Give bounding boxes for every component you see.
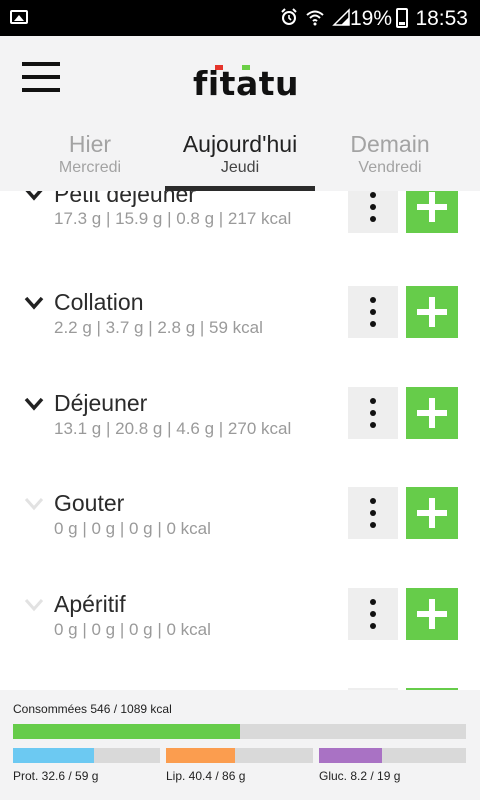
add-food-button[interactable] xyxy=(406,191,458,233)
add-food-button[interactable] xyxy=(406,286,458,338)
day-tabs: Hier Mercredi Aujourd'hui Jeudi Demain V… xyxy=(0,131,480,191)
meal-macros: 0 g | 0 g | 0 g | 0 kcal xyxy=(54,620,211,639)
meal-item-dejeuner[interactable]: Déjeuner 13.1 g | 20.8 g | 4.6 g | 270 k… xyxy=(0,387,480,487)
add-food-button[interactable] xyxy=(406,588,458,640)
meal-macros: 0 g | 0 g | 0 g | 0 kcal xyxy=(54,519,211,538)
meal-macros: 2.2 g | 3.7 g | 2.8 g | 59 kcal xyxy=(54,318,263,337)
chevron-down-icon[interactable] xyxy=(24,296,44,316)
protein-progress-bar xyxy=(13,748,160,763)
tab-tomorrow[interactable]: Demain Vendredi xyxy=(315,131,465,177)
logo-accent-green xyxy=(242,65,250,70)
tab-label: Hier xyxy=(68,131,112,157)
tab-label: Aujourd'hui xyxy=(182,131,298,157)
calories-progress-bar xyxy=(13,724,466,739)
meal-options-button[interactable] xyxy=(348,588,398,640)
tab-sublabel: Jeudi xyxy=(220,159,260,176)
meal-item-collation[interactable]: Collation 2.2 g | 3.7 g | 2.8 g | 59 kca… xyxy=(0,286,480,386)
meal-item-petit-dejeuner[interactable]: Petit déjeuner 17.3 g | 15.9 g | 0.8 g |… xyxy=(0,191,480,283)
lipids-progress-bar xyxy=(166,748,313,763)
daily-summary: Consommées 546 / 1089 kcal Prot. 32.6 / … xyxy=(0,690,480,800)
calories-progress-fill xyxy=(13,724,240,739)
meal-name: Déjeuner xyxy=(54,390,148,416)
meal-name: Petit déjeuner xyxy=(54,191,196,207)
meal-name: Gouter xyxy=(54,490,125,516)
protein-label: Prot. 32.6 / 59 g xyxy=(13,769,99,783)
image-icon xyxy=(10,10,28,24)
status-bar: 19% 18:53 xyxy=(0,0,480,36)
lipids-label: Lip. 40.4 / 86 g xyxy=(166,769,246,783)
tab-yesterday[interactable]: Hier Mercredi xyxy=(15,131,165,177)
meal-options-button[interactable] xyxy=(348,387,398,439)
meal-macros: 17.3 g | 15.9 g | 0.8 g | 217 kcal xyxy=(54,209,292,228)
carbs-label: Gluc. 8.2 / 19 g xyxy=(319,769,401,783)
protein-progress-fill xyxy=(13,748,95,763)
meal-name: Apéritif xyxy=(54,591,126,617)
battery-percent: 19% xyxy=(349,7,392,30)
signal-icon xyxy=(332,8,350,26)
meal-item-aperitif[interactable]: Apéritif 0 g | 0 g | 0 g | 0 kcal xyxy=(0,588,480,688)
clock: 18:53 xyxy=(415,7,468,30)
alarm-icon xyxy=(281,8,297,25)
meal-options-button[interactable] xyxy=(348,487,398,539)
chevron-down-icon xyxy=(24,598,44,618)
meal-list[interactable]: Petit déjeuner 17.3 g | 15.9 g | 0.8 g |… xyxy=(0,191,480,690)
carbs-progress-bar xyxy=(319,748,466,763)
tab-sublabel: Mercredi xyxy=(58,159,122,176)
chevron-down-icon xyxy=(24,497,44,517)
tab-sublabel: Vendredi xyxy=(358,159,422,176)
battery-icon xyxy=(396,8,408,28)
tab-label: Demain xyxy=(350,131,430,157)
meal-options-button[interactable] xyxy=(348,191,398,233)
app-header: fitatu Hier Mercredi Aujourd'hui Jeudi D… xyxy=(0,36,480,191)
add-food-button[interactable] xyxy=(406,487,458,539)
hamburger-menu-icon[interactable] xyxy=(22,62,60,92)
calories-consumed-label: Consommées 546 / 1089 kcal xyxy=(13,702,172,716)
logo-accent-red xyxy=(215,65,223,70)
add-food-button[interactable] xyxy=(406,387,458,439)
tab-today[interactable]: Aujourd'hui Jeudi xyxy=(165,131,315,177)
chevron-down-icon[interactable] xyxy=(24,397,44,417)
meal-options-button[interactable] xyxy=(348,286,398,338)
carbs-progress-fill xyxy=(319,748,383,763)
chevron-down-icon[interactable] xyxy=(24,191,44,207)
meal-name: Collation xyxy=(54,289,144,315)
lipids-progress-fill xyxy=(166,748,236,763)
meal-item-gouter[interactable]: Gouter 0 g | 0 g | 0 g | 0 kcal xyxy=(0,487,480,587)
meal-macros: 13.1 g | 20.8 g | 4.6 g | 270 kcal xyxy=(54,419,292,438)
wifi-icon xyxy=(306,10,324,26)
